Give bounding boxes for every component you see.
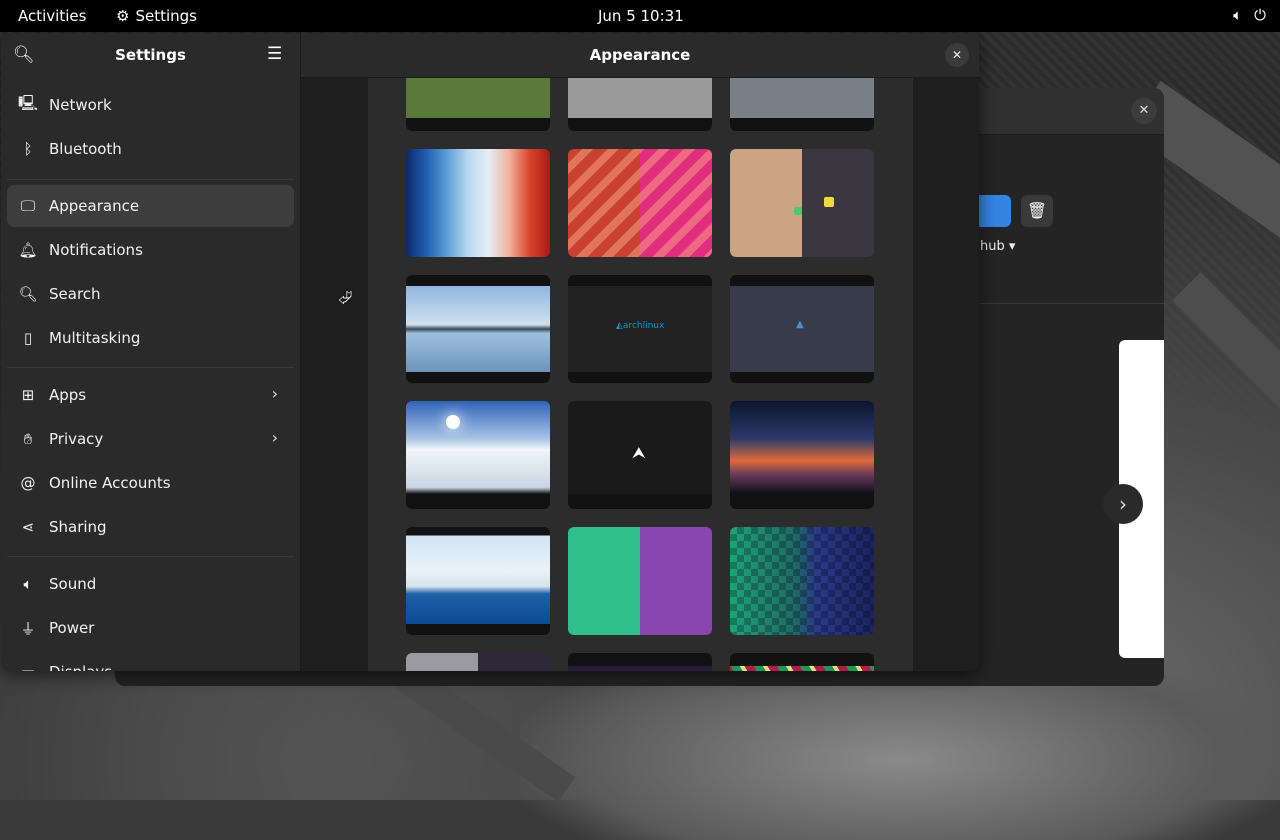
clock[interactable]: Jun 5 10:31 <box>598 7 684 25</box>
multitasking-icon: ▯ <box>23 329 33 347</box>
share-icon: ⋖ <box>21 518 35 536</box>
speaker-icon: 🔈︎ <box>23 575 33 593</box>
power-plug-icon: ⏚ <box>20 619 36 638</box>
sidebar-item-label: Apps <box>49 386 87 404</box>
sidebar-item-label: Displays <box>49 663 112 671</box>
sidebar-item-label: Bluetooth <box>49 140 122 158</box>
sidebar-item-network[interactable]: 🖳 Network <box>7 84 294 126</box>
dropdown-arrow-icon: ▾ <box>1008 239 1016 254</box>
sidebar-item-displays[interactable]: ▭ Displays <box>7 651 294 671</box>
divider <box>7 556 294 557</box>
sidebar-title: Settings <box>115 46 186 64</box>
sidebar-item-search[interactable]: 🔍︎ Search <box>7 273 294 315</box>
background-beam <box>1172 272 1280 428</box>
content-pane: Appearance ✕ ◭archlinux ▲ ⮝ <box>301 33 979 671</box>
volume-icon: 🔈︎ <box>1233 6 1243 24</box>
sidebar-item-label: Privacy <box>49 430 104 448</box>
sidebar-item-privacy[interactable]: ✋︎ Privacy › <box>7 418 294 460</box>
wallpaper-thumbnail[interactable]: ▲ <box>568 653 712 671</box>
sidebar-item-apps[interactable]: ⊞ Apps › <box>7 374 294 416</box>
sidebar-item-label: Appearance <box>49 197 140 215</box>
wallpaper-thumbnail[interactable] <box>568 149 712 257</box>
content-header: Appearance ✕ <box>301 33 979 78</box>
apps-icon: ⊞ <box>21 386 35 404</box>
main-menu-button[interactable]: ☰ <box>267 44 282 64</box>
next-arrow-button[interactable]: › <box>1103 484 1143 524</box>
sidebar-item-sharing[interactable]: ⋖ Sharing <box>7 506 294 548</box>
wallpaper-thumbnail[interactable] <box>730 527 874 635</box>
sidebar-item-label: Notifications <box>49 241 143 259</box>
settings-window[interactable]: 🔍︎ Settings ☰ 🖳 Network ᛒ Bluetooth 🖵 Appea… <box>1 33 979 671</box>
close-icon: ✕ <box>951 48 963 62</box>
sidebar-item-online-accounts[interactable]: @ Online Accounts <box>7 462 294 504</box>
chevron-right-icon: › <box>271 384 278 403</box>
sidebar-item-appearance[interactable]: 🖵 Appearance <box>7 185 294 227</box>
trash-button[interactable]: 🗑︎ <box>1021 195 1053 227</box>
divider <box>7 179 294 180</box>
top-bar: Activities ⚙ Settings Jun 5 10:31 🔈︎ ⏻ <box>0 0 1280 32</box>
close-button[interactable]: ✕ <box>945 43 969 67</box>
wallpaper-thumbnail[interactable] <box>568 527 712 635</box>
power-icon: ⏻ <box>1254 6 1266 24</box>
at-icon: @ <box>20 474 36 492</box>
sidebar-item-label: Network <box>49 96 112 114</box>
display-icon: ▭ <box>17 663 39 671</box>
wallpaper-thumbnail[interactable] <box>730 149 874 257</box>
wallpaper-thumbnail[interactable] <box>730 401 874 509</box>
arch-logo-icon: ⮝ <box>632 443 646 462</box>
wallpaper-thumbnail[interactable]: ▲ <box>730 275 874 383</box>
sidebar-item-label: Sound <box>49 575 97 593</box>
wallpaper-thumbnail[interactable] <box>568 77 712 131</box>
chevron-right-icon: › <box>1119 492 1127 516</box>
sidebar: 🔍︎ Settings ☰ 🖳 Network ᛒ Bluetooth 🖵 Appea… <box>1 33 301 671</box>
wallpaper-thumbnail[interactable] <box>730 77 874 131</box>
wallpaper-thumbnail[interactable] <box>406 77 550 131</box>
wallpaper-thumbnail[interactable]: ⮝ <box>568 401 712 509</box>
gear-icon: ⚙ <box>116 7 130 25</box>
wallpaper-thumbnail[interactable] <box>406 275 550 383</box>
hamburger-icon: ☰ <box>267 44 283 64</box>
sidebar-item-sound[interactable]: 🔈︎ Sound <box>7 563 294 605</box>
sidebar-item-label: Search <box>49 285 101 303</box>
arch-logo-icon: ▲ <box>796 319 804 330</box>
sidebar-item-label: Online Accounts <box>49 474 171 492</box>
background-window-close-button[interactable]: ✕ <box>1131 98 1157 124</box>
activities-button[interactable]: Activities <box>18 7 86 25</box>
arch-logo: ◭archlinux <box>616 321 665 331</box>
bell-icon: 🔔︎ <box>18 241 38 259</box>
wallpaper-thumbnail[interactable] <box>730 653 874 671</box>
dropdown-label: hub <box>980 239 1005 254</box>
divider <box>7 367 294 368</box>
sidebar-item-power[interactable]: ⏚ Power <box>7 607 294 649</box>
app-menu-label: Settings <box>135 7 197 25</box>
app-menu[interactable]: ⚙ Settings <box>116 7 197 25</box>
bluetooth-icon: ᛒ <box>23 140 33 158</box>
page-title: Appearance <box>589 46 691 64</box>
wallpaper-gallery[interactable]: ◭archlinux ▲ ⮝ ▲ <box>368 77 913 671</box>
network-icon: 🖳 <box>17 93 38 112</box>
wallpaper-thumbnail[interactable] <box>406 527 550 635</box>
trash-icon: 🗑︎ <box>1026 201 1048 220</box>
wallpaper-thumbnail[interactable] <box>406 401 550 509</box>
appearance-icon: 🖵 <box>20 197 36 215</box>
sidebar-item-bluetooth[interactable]: ᛒ Bluetooth <box>7 128 294 170</box>
mouse-pointer-icon: ⮰ <box>338 288 353 309</box>
background-window-dropdown[interactable]: hub ▾ <box>980 239 1015 254</box>
system-status-area[interactable]: 🔈︎ ⏻ <box>1233 6 1266 24</box>
sidebar-header: 🔍︎ Settings ☰ <box>1 33 300 77</box>
search-icon: 🔍︎ <box>18 285 38 303</box>
privacy-hand-icon: ✋︎ <box>23 430 33 448</box>
sidebar-item-label: Sharing <box>49 518 107 536</box>
sidebar-item-notifications[interactable]: 🔔︎ Notifications <box>7 229 294 271</box>
chevron-right-icon: › <box>271 428 278 447</box>
sidebar-item-label: Multitasking <box>49 329 141 347</box>
wallpaper-thumbnail[interactable] <box>406 653 550 671</box>
wallpaper-thumbnail[interactable]: ◭archlinux <box>568 275 712 383</box>
wallpaper-thumbnail[interactable] <box>406 149 550 257</box>
sidebar-item-multitasking[interactable]: ▯ Multitasking <box>7 317 294 359</box>
sidebar-item-label: Power <box>49 619 95 637</box>
